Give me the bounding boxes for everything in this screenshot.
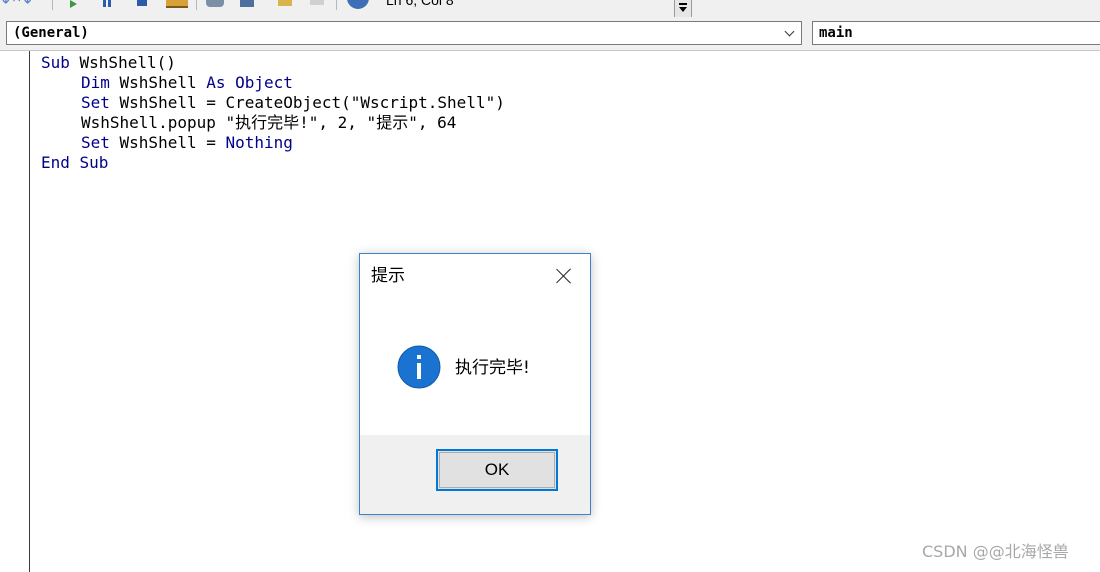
code-line[interactable]: Set WshShell = Nothing bbox=[41, 133, 505, 153]
cursor-position: Ln 6, Col 8 bbox=[386, 0, 454, 8]
code-line[interactable]: End Sub bbox=[41, 153, 505, 173]
break-icon[interactable] bbox=[102, 0, 112, 8]
code-keyword: End Sub bbox=[41, 153, 109, 172]
toolbar-separator bbox=[196, 0, 197, 10]
margin-indicator-bar[interactable] bbox=[0, 51, 30, 572]
object-combo-value: (General) bbox=[13, 25, 89, 41]
code-keyword: As Object bbox=[206, 73, 293, 92]
dialog-footer: OK bbox=[360, 435, 590, 514]
toolbar-options-icon[interactable] bbox=[674, 0, 692, 17]
info-icon bbox=[397, 345, 441, 389]
code-keyword: Set bbox=[81, 133, 120, 152]
vba-editor-window: ↶ ↷ Ln 6, Col 8 (General) main Sub WshShe… bbox=[0, 0, 1100, 572]
code-text: WshShell bbox=[119, 73, 207, 92]
ok-button[interactable]: OK bbox=[436, 449, 558, 491]
code-line[interactable]: WshShell.popup "执行完毕!", 2, "提示", 64 bbox=[41, 113, 505, 133]
object-browser-icon[interactable] bbox=[276, 0, 294, 8]
dialog-message: 执行完毕! bbox=[455, 358, 530, 378]
close-icon[interactable] bbox=[553, 265, 575, 287]
code-text: WshShell.popup "执行完毕!", 2, "提示", 64 bbox=[81, 113, 457, 132]
standard-toolbar: ↶ ↷ Ln 6, Col 8 bbox=[0, 0, 1100, 19]
chevron-down-icon[interactable] bbox=[784, 26, 795, 37]
procedure-combo[interactable]: main bbox=[812, 21, 1100, 45]
code-text: WshShell = bbox=[119, 133, 226, 152]
reset-icon[interactable] bbox=[136, 0, 148, 8]
properties-icon[interactable] bbox=[238, 0, 258, 8]
code-line[interactable]: Set WshShell = CreateObject("Wscript.She… bbox=[41, 93, 505, 113]
watermark: CSDN @@北海怪兽 bbox=[922, 542, 1069, 561]
procedure-combo-value: main bbox=[819, 25, 853, 41]
popup-dialog: 提示 执行完毕! OK bbox=[359, 253, 591, 515]
code-keyword: Sub bbox=[41, 53, 80, 72]
code-text: WshShell() bbox=[79, 53, 176, 72]
toolbar-separator bbox=[52, 0, 53, 10]
toolbox-icon[interactable] bbox=[308, 0, 328, 8]
code-line[interactable]: Sub WshShell() bbox=[41, 53, 505, 73]
help-icon[interactable] bbox=[346, 0, 372, 9]
code-window-header: (General) main bbox=[0, 18, 1100, 51]
code-text: WshShell = CreateObject("Wscript.Shell") bbox=[119, 93, 505, 112]
code-keyword: Nothing bbox=[225, 133, 293, 152]
code-lines[interactable]: Sub WshShell() Dim WshShell As Object Set … bbox=[41, 53, 505, 173]
undo-icon[interactable]: ↶ ↷ bbox=[0, 0, 34, 10]
dialog-title: 提示 bbox=[371, 266, 405, 286]
ok-button-label: OK bbox=[484, 460, 510, 479]
toolbar-separator bbox=[336, 0, 337, 10]
code-line[interactable]: Dim WshShell As Object bbox=[41, 73, 505, 93]
design-mode-icon[interactable] bbox=[166, 0, 190, 8]
project-explorer-icon[interactable] bbox=[204, 0, 228, 8]
object-combo[interactable]: (General) bbox=[6, 21, 802, 45]
code-keyword: Set bbox=[81, 93, 120, 112]
code-keyword: Dim bbox=[81, 73, 120, 92]
run-icon[interactable] bbox=[68, 0, 78, 8]
